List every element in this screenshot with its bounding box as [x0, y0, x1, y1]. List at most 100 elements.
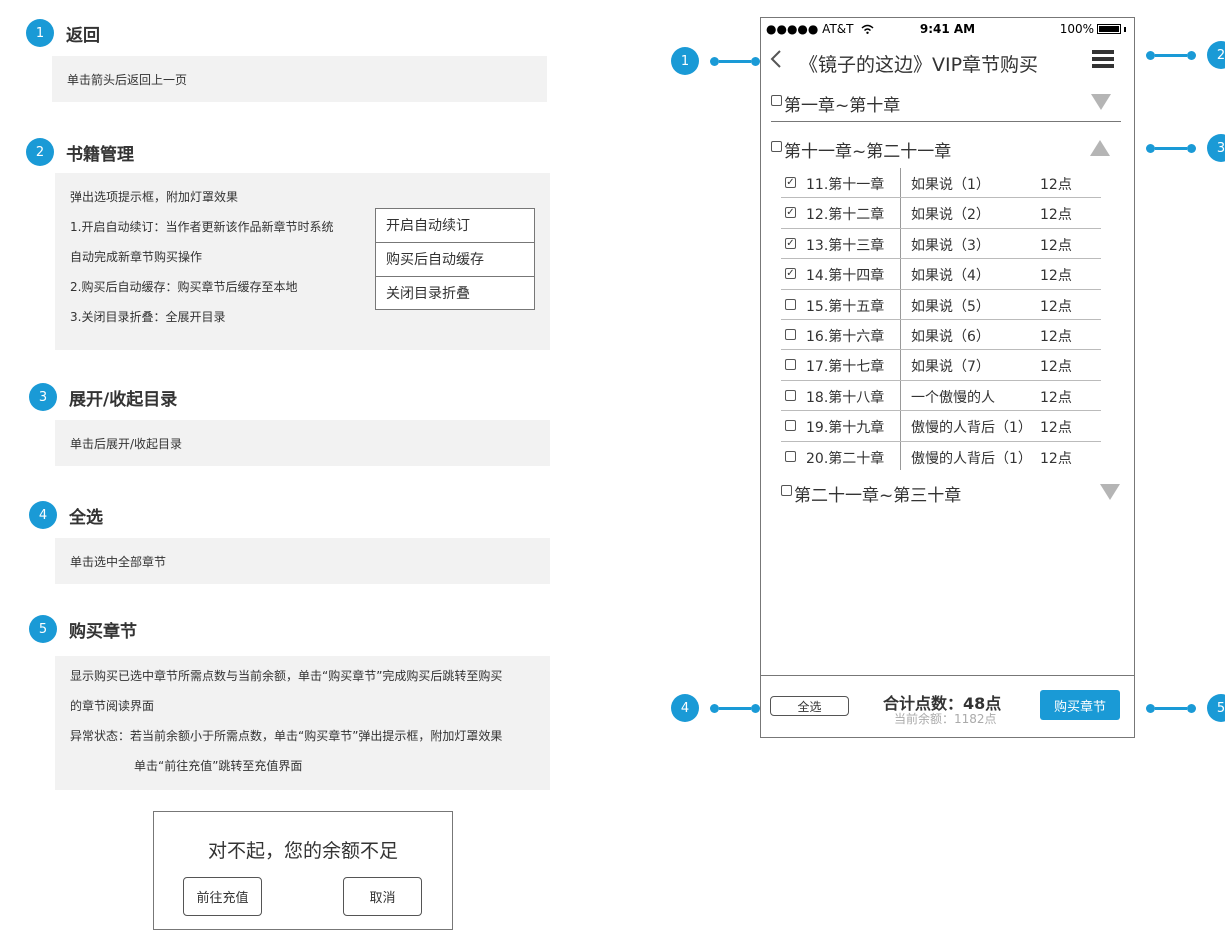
- expand-triangle-icon[interactable]: [1100, 484, 1120, 500]
- chapter-group-2[interactable]: 第十一章~第二十一章: [771, 134, 1121, 164]
- step-number-badge: 1: [26, 19, 54, 47]
- chapter-row[interactable]: ✓ 11.第十一章 如果说（1） 12点: [781, 168, 1101, 199]
- menu-item-auto-renew[interactable]: 开启自动续订: [376, 209, 534, 243]
- callout-dot: [751, 703, 760, 713]
- collapse-triangle-icon[interactable]: [1090, 140, 1110, 156]
- callout-number: 3: [1207, 134, 1225, 162]
- callout-dot: [751, 56, 760, 66]
- chapter-row[interactable]: 17.第十七章 如果说（7） 12点: [781, 350, 1101, 381]
- chapter-title: 如果说（7）: [911, 359, 990, 376]
- chapter-price: 12点: [1040, 268, 1072, 285]
- chapter-title: 如果说（4）: [911, 268, 990, 285]
- chapter-price: 12点: [1040, 359, 1072, 376]
- chapter-title: 傲慢的人背后（1）: [911, 450, 1032, 467]
- nav-bar: 《镜子的这边》VIP章节购买: [761, 44, 1134, 80]
- step-number-badge: 4: [29, 501, 57, 529]
- note-body: 单击后展开/收起目录: [55, 420, 550, 466]
- menu-icon[interactable]: [1092, 50, 1114, 68]
- note-body: 单击箭头后返回上一页: [52, 56, 547, 102]
- expand-triangle-icon[interactable]: [1091, 94, 1111, 110]
- note-line: 单击后展开/收起目录: [70, 437, 183, 451]
- callout-number: 5: [1207, 694, 1225, 722]
- callout-4: 4: [671, 694, 760, 722]
- chapter-name: 19.第十九章: [806, 420, 885, 437]
- note-title: 购买章节: [69, 621, 137, 642]
- callout-dot: [710, 56, 719, 66]
- chapter-name: 14.第十四章: [806, 268, 885, 285]
- chapter-name: 12.第十二章: [806, 207, 885, 224]
- note-body: 单击选中全部章节: [55, 538, 550, 584]
- callout-3: 3: [1146, 134, 1225, 162]
- note-line: 显示购买已选中章节所需点数与当前余额，单击“购买章节”完成购买后跳转至购买: [70, 669, 503, 683]
- select-all-button[interactable]: 全选: [770, 696, 849, 716]
- buy-chapters-button[interactable]: 购买章节: [1040, 690, 1120, 720]
- chapter-name: 20.第二十章: [806, 450, 885, 467]
- status-bar: ●●●●● AT&T 9:41 AM 100%: [761, 18, 1134, 40]
- chapter-row[interactable]: ✓ 13.第十三章 如果说（3） 12点: [781, 229, 1101, 260]
- purchase-footer: 全选 合计点数：48点 当前余额：1182点 购买章节: [761, 675, 1134, 737]
- note-line: 的章节阅读界面: [70, 699, 155, 713]
- callout-number: 2: [1207, 41, 1225, 69]
- chapter-group-3[interactable]: 第二十一章~第三十章: [781, 478, 1131, 508]
- chapter-checkbox[interactable]: [785, 298, 796, 310]
- callout-2: 2: [1146, 41, 1225, 69]
- back-arrow-icon[interactable]: [769, 48, 783, 70]
- note-back: 1 返回: [26, 19, 100, 47]
- page-title: 《镜子的这边》VIP章节购买: [799, 54, 1039, 76]
- cancel-button[interactable]: 取消: [343, 877, 422, 916]
- group-checkbox[interactable]: [781, 484, 792, 496]
- group-checkbox[interactable]: [771, 140, 782, 152]
- chapter-price: 12点: [1040, 328, 1072, 345]
- note-book-management: 2 书籍管理: [26, 138, 134, 166]
- group-checkbox[interactable]: [771, 94, 782, 106]
- chapter-checkbox[interactable]: ✓: [785, 207, 796, 219]
- menu-item-collapse-toc[interactable]: 关闭目录折叠: [376, 277, 534, 311]
- insufficient-balance-dialog: 对不起，您的余额不足 前往充值 取消: [153, 811, 453, 930]
- divider: [771, 121, 1121, 122]
- chapter-checkbox[interactable]: [785, 328, 796, 340]
- chapter-title: 如果说（6）: [911, 328, 990, 345]
- group-label: 第十一章~第二十一章: [784, 141, 952, 162]
- note-expand-collapse: 3 展开/收起目录: [29, 383, 177, 411]
- chapter-price: 12点: [1040, 237, 1072, 254]
- chapter-price: 12点: [1040, 177, 1072, 193]
- group-label: 第二十一章~第三十章: [794, 485, 962, 506]
- battery-cap: [1124, 26, 1126, 32]
- battery-status: 100%: [1060, 22, 1126, 36]
- callout-1: 1: [671, 47, 760, 75]
- chapter-checkbox[interactable]: [785, 389, 796, 401]
- chapter-row[interactable]: 18.第十八章 一个傲慢的人 12点: [781, 381, 1101, 412]
- chapter-group-1[interactable]: 第一章~第十章: [771, 88, 1121, 118]
- chapter-name: 13.第十三章: [806, 237, 885, 254]
- chapter-checkbox[interactable]: [785, 450, 796, 462]
- callout-dot: [1187, 703, 1196, 713]
- chapter-price: 12点: [1040, 389, 1072, 406]
- chapter-row[interactable]: ✓ 14.第十四章 如果说（4） 12点: [781, 259, 1101, 290]
- chapter-checkbox[interactable]: [785, 359, 796, 371]
- chapter-title: 一个傲慢的人: [911, 389, 995, 406]
- chapter-row[interactable]: 19.第十九章 傲慢的人背后（1） 12点: [781, 411, 1101, 442]
- chapter-checkbox[interactable]: ✓: [785, 268, 796, 280]
- chapter-row[interactable]: ✓ 12.第十二章 如果说（2） 12点: [781, 198, 1101, 229]
- chapter-price: 12点: [1040, 207, 1072, 224]
- chapter-row[interactable]: 15.第十五章 如果说（5） 12点: [781, 290, 1101, 320]
- step-number-badge: 3: [29, 383, 57, 411]
- options-popup-menu: 开启自动续订 购买后自动缓存 关闭目录折叠: [375, 208, 535, 310]
- note-line: 单击选中全部章节: [70, 555, 167, 569]
- chapter-checkbox[interactable]: [785, 420, 796, 432]
- note-line: 异常状态：若当前余额小于所需点数，单击“购买章节”弹出提示框，附加灯罩效果: [70, 729, 503, 743]
- chapter-checkbox[interactable]: ✓: [785, 177, 796, 188]
- phone-screen: ●●●●● AT&T 9:41 AM 100% 《镜子的这边》VIP章节购买 第…: [760, 17, 1135, 738]
- chapter-row[interactable]: 20.第二十章 傲慢的人背后（1） 12点: [781, 442, 1101, 472]
- dialog-message: 对不起，您的余额不足: [207, 840, 398, 862]
- recharge-button[interactable]: 前往充值: [183, 877, 262, 916]
- battery-icon: [1097, 24, 1121, 34]
- callout-line: [719, 59, 751, 63]
- menu-item-auto-cache[interactable]: 购买后自动缓存: [376, 243, 534, 277]
- callout-number: 4: [671, 694, 699, 722]
- callout-number: 1: [671, 47, 699, 75]
- chapter-name: 18.第十八章: [806, 389, 885, 406]
- chapter-checkbox[interactable]: ✓: [785, 237, 796, 249]
- note-title: 展开/收起目录: [69, 389, 178, 410]
- chapter-row[interactable]: 16.第十六章 如果说（6） 12点: [781, 320, 1101, 351]
